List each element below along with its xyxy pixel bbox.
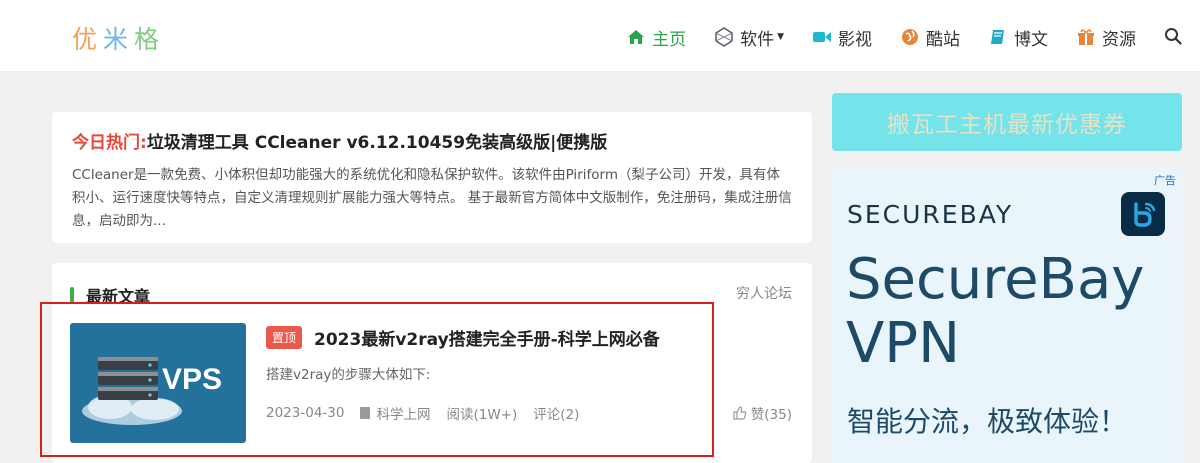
thumbs-up-icon: [733, 406, 747, 420]
globe-icon: [900, 27, 920, 47]
book-icon: [988, 27, 1008, 47]
post-excerpt: 搭建v2ray的步骤大体如下:: [266, 367, 431, 383]
nav-item-home[interactable]: 主页: [626, 25, 686, 50]
ad-headline-line-2: VPN: [846, 311, 960, 376]
nav-item-cool-sites[interactable]: 酷站: [900, 25, 960, 50]
hot-today-card: 今日热门:垃圾清理工具 CCleaner v6.12.10459免装高级版|便携…: [52, 112, 812, 243]
post-thumbnail[interactable]: VPS: [70, 323, 246, 443]
logo-char-2: 米: [103, 25, 135, 54]
section-more-link[interactable]: 穷人论坛: [736, 283, 792, 303]
logo-char-3: 格: [134, 25, 166, 54]
post-meta: 2023-04-30 科学上网 阅读(1W+) 评论(2): [266, 403, 595, 423]
site-logo[interactable]: 优米格: [72, 20, 165, 56]
post-category[interactable]: 科学上网: [360, 403, 430, 423]
post-category-label: 科学上网: [376, 407, 431, 423]
hot-today-post-title: 垃圾清理工具 CCleaner v6.12.10459免装高级版|便携版: [146, 133, 608, 153]
post-date: 2023-04-30: [266, 405, 345, 421]
search-icon: [1165, 28, 1182, 45]
nav-item-software[interactable]: 软件 ▼: [714, 25, 784, 50]
hot-today-title[interactable]: 今日热门:垃圾清理工具 CCleaner v6.12.10459免装高级版|便携…: [72, 130, 792, 156]
main-nav: 主页 软件 ▼ 影视 酷站 博文 资源: [598, 22, 1184, 52]
chevron-down-icon: ▼: [777, 32, 784, 42]
video-icon: [812, 27, 832, 47]
nav-item-video[interactable]: 影视: [812, 25, 872, 50]
home-icon: [626, 27, 646, 47]
ad-subline: 智能分流，极致体验！: [847, 405, 1128, 438]
post-title-link[interactable]: 2023最新v2ray搭建完全手册-科学上网必备: [314, 325, 660, 350]
section-title: 最新文章: [86, 287, 151, 306]
ad-tag: 广告: [1154, 174, 1176, 187]
nav-label-video: 影视: [838, 29, 872, 50]
site-header: 优米格 主页 软件 ▼ 影视 酷站 博文 资源: [0, 0, 1200, 72]
nav-label-blog: 博文: [1014, 29, 1048, 50]
pinned-badge: 置顶: [266, 326, 303, 349]
ad-logo-icon: [1121, 192, 1165, 236]
like-count: 赞(35): [750, 407, 792, 423]
nav-item-blog[interactable]: 博文: [988, 25, 1048, 50]
ad-headline-line-1: SecureBay: [846, 247, 1145, 312]
promo-button[interactable]: 搬瓦工主机最新优惠券: [832, 93, 1182, 151]
software-icon: [714, 27, 734, 47]
nav-label-home: 主页: [652, 29, 687, 50]
post-comments[interactable]: 评论(2): [533, 403, 579, 423]
latest-articles-card: 最新文章 穷人论坛 VPS 置顶 2023最新v2ray搭建完全手册-科学上网必…: [52, 263, 812, 463]
ad-headline: SecureBay VPN: [846, 248, 1144, 376]
nav-label-software: 软件: [740, 29, 775, 50]
hot-today-description: CCleaner是一款免费、小体积但却功能强大的系统优化和隐私保护软件。该软件由…: [72, 167, 792, 229]
nav-label-cool-sites: 酷站: [926, 29, 960, 50]
nav-label-resources: 资源: [1102, 29, 1136, 50]
advertisement[interactable]: 广告 SECUREBAY SecureBay VPN 智能分流，极致体验！: [832, 170, 1182, 463]
nav-item-resources[interactable]: 资源: [1076, 25, 1136, 50]
gift-icon: [1076, 27, 1096, 47]
post-reads: 阅读(1W+): [446, 407, 518, 423]
logo-char-1: 优: [72, 25, 104, 54]
search-button[interactable]: [1164, 27, 1184, 47]
section-header: 最新文章: [70, 283, 150, 307]
hot-today-label: 今日热门:: [72, 133, 147, 153]
thumb-label: VPS: [162, 363, 223, 396]
bookmark-icon: [360, 407, 371, 419]
post-title-row: 置顶 2023最新v2ray搭建完全手册-科学上网必备: [266, 325, 660, 350]
like-button[interactable]: 赞(35): [733, 403, 792, 423]
ad-brand: SECUREBAY: [847, 200, 1014, 229]
section-accent-bar: [70, 287, 74, 303]
